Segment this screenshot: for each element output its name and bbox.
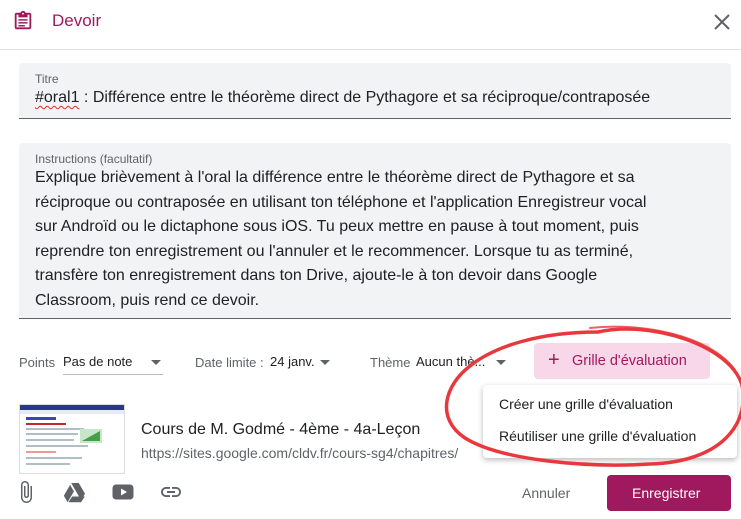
title-hashtag: #oral1 <box>35 89 80 106</box>
rubric-button-label: Grille d'évaluation <box>572 353 687 369</box>
youtube-icon[interactable] <box>111 480 135 504</box>
attachment-card[interactable]: Cours de M. Godmé - 4ème - 4a-Leçon http… <box>19 404 489 474</box>
attachment-thumbnail <box>19 404 125 474</box>
rubric-menu: Créer une grille d'évaluation Réutiliser… <box>483 385 737 458</box>
save-button[interactable]: Enregistrer <box>607 475 731 511</box>
attachment-title[interactable]: Cours de M. Godmé - 4ème - 4a-Leçon <box>141 421 420 439</box>
topic-value: Aucun thè... <box>416 354 486 369</box>
cancel-button-label: Annuler <box>522 485 571 501</box>
cancel-button[interactable]: Annuler <box>507 476 591 510</box>
chevron-down-icon <box>496 360 506 365</box>
points-select[interactable]: Pas de note <box>63 345 163 375</box>
instructions-value[interactable]: Explique brièvement à l'oral la différen… <box>35 166 665 313</box>
title-field[interactable]: Titre #oral1 : Différence entre le théor… <box>19 63 731 119</box>
dialog-title: Devoir <box>52 11 102 30</box>
chevron-down-icon <box>151 360 161 365</box>
title-label: Titre <box>35 72 59 86</box>
menu-item-create-rubric[interactable]: Créer une grille d'évaluation <box>499 396 673 412</box>
attachment-url: https://sites.google.com/cldv.fr/cours-s… <box>141 445 459 461</box>
points-label: Points <box>19 355 56 370</box>
save-button-label: Enregistrer <box>632 485 701 501</box>
attach-icon[interactable] <box>14 480 38 504</box>
webpage-preview-icon <box>20 405 124 473</box>
link-icon[interactable] <box>159 480 183 504</box>
due-date-value: 24 janv. <box>270 354 315 369</box>
instructions-label: Instructions (facultatif) <box>35 152 153 166</box>
title-text: : Différence entre le théorème direct de… <box>79 89 651 106</box>
dialog-header: Devoir <box>0 0 741 50</box>
topic-label: Thème <box>370 355 411 370</box>
chevron-down-icon <box>320 360 330 365</box>
due-date-select[interactable]: 24 janv. <box>270 345 332 375</box>
title-value[interactable]: #oral1 : Différence entre le théorème di… <box>35 89 650 107</box>
close-icon[interactable] <box>710 10 734 34</box>
menu-item-reuse-rubric[interactable]: Réutiliser une grille d'évaluation <box>499 428 696 444</box>
plus-icon: + <box>548 349 560 371</box>
due-date-label: Date limite : <box>195 355 264 370</box>
rubric-button[interactable]: + Grille d'évaluation <box>534 343 710 379</box>
drive-icon[interactable] <box>63 480 87 504</box>
assignment-icon <box>14 10 32 30</box>
topic-select[interactable]: Aucun thè... <box>416 345 506 375</box>
instructions-field[interactable]: Instructions (facultatif) Explique brièv… <box>19 143 731 319</box>
points-value: Pas de note <box>63 354 133 369</box>
